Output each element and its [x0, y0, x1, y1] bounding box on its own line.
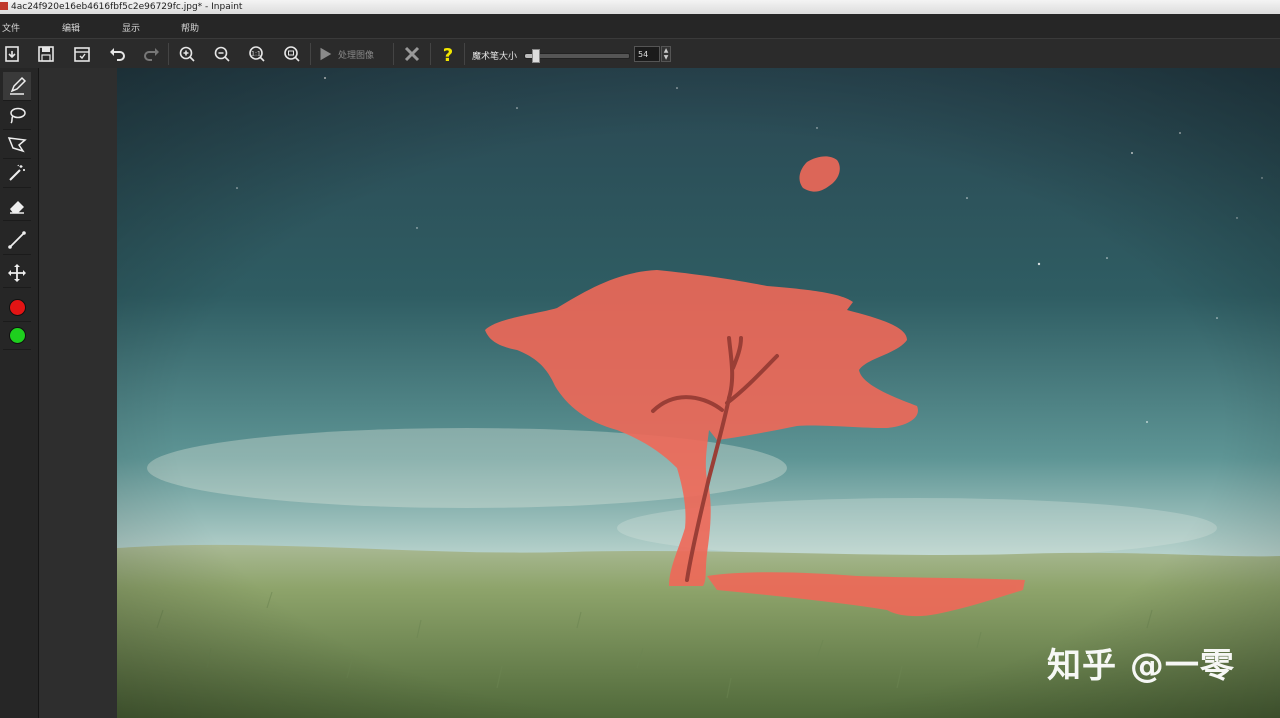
toolbar-separator [464, 43, 465, 65]
zoom-fit-icon [284, 46, 300, 62]
tool-panel [0, 68, 39, 718]
close-icon [404, 46, 420, 62]
zoom-out-button[interactable] [210, 42, 234, 66]
svg-text:?: ? [443, 45, 453, 64]
menu-help[interactable]: 帮助 [181, 21, 199, 34]
toolbar-separator [168, 43, 169, 65]
cancel-button[interactable] [400, 42, 424, 66]
brush-size-spinner[interactable]: ▲ ▼ [661, 46, 671, 62]
help-button[interactable]: ? [436, 42, 460, 66]
red-marker-color-button[interactable] [3, 293, 31, 322]
process-image-button[interactable]: 处理图像 [316, 42, 374, 66]
toolbar: 1:1 处理图像 ? 魔术笔大小 54 ▲ ▼ [0, 38, 1280, 70]
menu-bar: 文件 编辑 显示 帮助 [0, 14, 1280, 38]
toolbar-separator [393, 43, 394, 65]
magic-wand-icon [9, 164, 25, 181]
brush-size-slider[interactable] [524, 49, 630, 63]
actual-size-button[interactable]: 1:1 [245, 42, 269, 66]
canvas-gutter [39, 68, 117, 718]
red-color-icon [8, 298, 26, 316]
brush-size-input[interactable]: 54 [634, 46, 660, 62]
zoom-actual-size-icon: 1:1 [249, 46, 265, 62]
move-tool-button[interactable] [3, 259, 31, 288]
slider-thumb[interactable] [532, 49, 541, 63]
app-icon [0, 2, 8, 10]
eraser-tool-button[interactable] [3, 192, 31, 221]
svg-text:1:1: 1:1 [251, 51, 261, 58]
zoom-out-icon [214, 46, 230, 62]
toolbar-separator [310, 43, 311, 65]
save-as-icon [74, 47, 90, 62]
zoom-in-icon [179, 46, 195, 62]
menu-file[interactable]: 文件 [2, 21, 20, 34]
window-title: 4ac24f920e16eb4616fbf5c2e96729fc.jpg* - … [11, 2, 243, 12]
undo-icon [110, 48, 125, 61]
save-as-button[interactable] [70, 42, 94, 66]
process-image-label: 处理图像 [338, 50, 375, 61]
window-titlebar: 4ac24f920e16eb4616fbf5c2e96729fc.jpg* - … [0, 0, 1280, 14]
toolbar-separator [430, 43, 431, 65]
green-marker-color-button[interactable] [3, 321, 31, 350]
polygon-lasso-tool-button[interactable] [3, 130, 31, 159]
redo-button[interactable] [140, 42, 164, 66]
menu-view[interactable]: 显示 [122, 21, 140, 34]
zoom-in-button[interactable] [175, 42, 199, 66]
open-file-icon [5, 46, 19, 62]
undo-button[interactable] [105, 42, 129, 66]
photo [117, 68, 1280, 718]
brush-size-label: 魔术笔大小 [472, 52, 518, 62]
green-color-icon [8, 326, 26, 344]
save-button[interactable] [34, 42, 58, 66]
marker-tool-button[interactable] [3, 72, 31, 101]
watermark: 知乎 @一零 [1047, 646, 1235, 686]
line-tool-button[interactable] [3, 226, 31, 255]
polygon-lasso-icon [7, 137, 27, 153]
lasso-icon [10, 107, 26, 124]
save-icon [38, 46, 54, 62]
image-canvas[interactable]: 知乎 @一零 [117, 68, 1280, 718]
play-icon [320, 47, 332, 61]
open-file-button[interactable] [0, 42, 24, 66]
redo-icon [144, 48, 159, 61]
magic-wand-tool-button[interactable] [3, 159, 31, 188]
menu-edit[interactable]: 编辑 [62, 21, 80, 34]
line-tool-icon [8, 231, 26, 249]
eraser-icon [10, 201, 24, 214]
marker-icon [10, 76, 27, 95]
help-icon: ? [443, 45, 453, 64]
fit-to-window-button[interactable] [280, 42, 304, 66]
lasso-tool-button[interactable] [3, 101, 31, 130]
move-icon [8, 264, 26, 282]
